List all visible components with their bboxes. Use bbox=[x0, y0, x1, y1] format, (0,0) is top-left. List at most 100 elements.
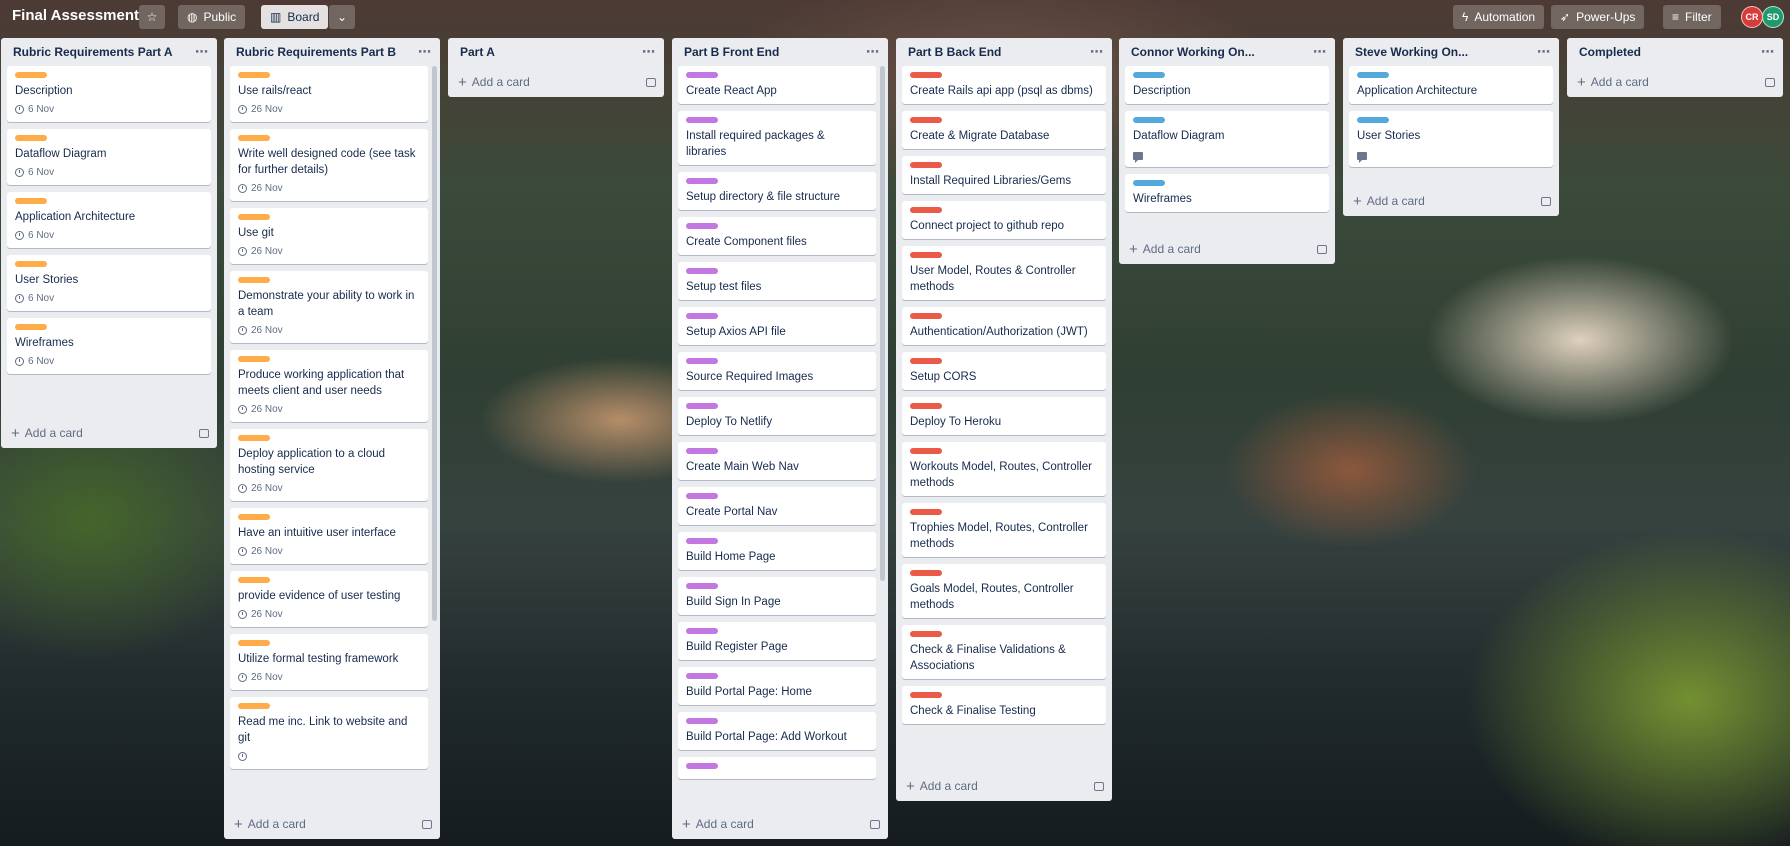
list[interactable]: Part B Front End ⋯ Create React App Install… bbox=[672, 38, 888, 839]
avatar[interactable]: CR bbox=[1741, 6, 1763, 28]
add-card-action[interactable]: + Add a card bbox=[1353, 194, 1425, 209]
list-title[interactable]: Part B Front End bbox=[684, 45, 779, 59]
card-template-icon[interactable] bbox=[1094, 781, 1104, 791]
powerups-button[interactable]: ➶ Power-Ups bbox=[1551, 5, 1645, 29]
add-card-button[interactable]: + Add a card bbox=[448, 69, 664, 95]
add-card-button[interactable]: + Add a card bbox=[1343, 188, 1559, 214]
card[interactable]: Build Sign In Page bbox=[678, 577, 876, 615]
card[interactable]: Trophies Model, Routes, Controller metho… bbox=[902, 503, 1106, 557]
add-card-button[interactable]: + Add a card bbox=[1, 420, 217, 446]
card[interactable]: Deploy application to a cloud hosting se… bbox=[230, 429, 428, 501]
card[interactable]: Write well designed code (see task for f… bbox=[230, 129, 428, 201]
card-template-icon[interactable] bbox=[870, 819, 880, 829]
card[interactable]: Workouts Model, Routes, Controller metho… bbox=[902, 442, 1106, 496]
due-date-badge[interactable]: 26 Nov bbox=[238, 480, 420, 496]
list[interactable]: Rubric Requirements Part B ⋯ Use rails/rea… bbox=[224, 38, 440, 839]
add-card-action[interactable]: + Add a card bbox=[1577, 75, 1649, 90]
card[interactable]: Read me inc. Link to website and git bbox=[230, 697, 428, 769]
due-date-badge[interactable]: 26 Nov bbox=[238, 401, 420, 417]
more-icon[interactable]: ⋯ bbox=[1761, 45, 1775, 60]
list-title[interactable]: Rubric Requirements Part B bbox=[236, 45, 396, 59]
more-icon[interactable]: ⋯ bbox=[418, 45, 432, 60]
due-date-badge[interactable]: 26 Nov bbox=[238, 101, 420, 117]
card[interactable]: Use git 26 Nov bbox=[230, 208, 428, 264]
card[interactable]: Utilize formal testing framework 26 Nov bbox=[230, 634, 428, 690]
card[interactable]: Build Register Page bbox=[678, 622, 876, 660]
due-date-badge[interactable]: 26 Nov bbox=[238, 243, 420, 259]
card[interactable]: Goals Model, Routes, Controller methods bbox=[902, 564, 1106, 618]
list[interactable]: Rubric Requirements Part A ⋯ Description 6 … bbox=[1, 38, 217, 448]
card[interactable]: provide evidence of user testing 26 Nov bbox=[230, 571, 428, 627]
due-date-badge[interactable]: 6 Nov bbox=[15, 290, 203, 306]
more-icon[interactable]: ⋯ bbox=[866, 45, 880, 60]
add-card-button[interactable]: + Add a card bbox=[224, 811, 440, 837]
card[interactable]: Produce working application that meets c… bbox=[230, 350, 428, 422]
due-date-badge[interactable]: 26 Nov bbox=[238, 669, 420, 685]
add-card-action[interactable]: + Add a card bbox=[11, 426, 83, 441]
card[interactable]: Create Main Web Nav bbox=[678, 442, 876, 480]
card[interactable]: Check & Finalise Validations & Associati… bbox=[902, 625, 1106, 679]
list[interactable]: Completed ⋯ + Add a card bbox=[1567, 38, 1783, 97]
card[interactable]: Setup Axios API file bbox=[678, 307, 876, 345]
due-date-badge[interactable]: 6 Nov bbox=[15, 101, 203, 117]
list-title[interactable]: Part A bbox=[460, 45, 495, 59]
card[interactable]: Application Architecture 6 Nov bbox=[7, 192, 211, 248]
list-title[interactable]: Part B Back End bbox=[908, 45, 1001, 59]
card[interactable]: Description 6 Nov bbox=[7, 66, 211, 122]
list[interactable]: Connor Working On... ⋯ Description Dataflow… bbox=[1119, 38, 1335, 264]
card[interactable]: Create Rails api app (psql as dbms) bbox=[902, 66, 1106, 104]
card[interactable]: Check & Finalise Testing bbox=[902, 686, 1106, 724]
card[interactable]: Install Required Libraries/Gems bbox=[902, 156, 1106, 194]
list[interactable]: Steve Working On... ⋯ Application Architec… bbox=[1343, 38, 1559, 216]
card[interactable]: User Model, Routes & Controller methods bbox=[902, 246, 1106, 300]
board-title[interactable]: Final Assessment bbox=[12, 7, 139, 24]
list[interactable]: Part B Back End ⋯ Create Rails api app (ps… bbox=[896, 38, 1112, 801]
due-date-badge[interactable]: 6 Nov bbox=[15, 353, 203, 369]
list-title[interactable]: Connor Working On... bbox=[1131, 45, 1255, 59]
card[interactable]: Build Portal Page: Add Workout bbox=[678, 712, 876, 750]
list-title[interactable]: Rubric Requirements Part A bbox=[13, 45, 173, 59]
card[interactable]: Setup directory & file structure bbox=[678, 172, 876, 210]
visibility-button[interactable]: ◍ Public bbox=[178, 5, 246, 29]
add-card-action[interactable]: + Add a card bbox=[458, 75, 530, 90]
card-template-icon[interactable] bbox=[199, 428, 209, 438]
more-icon[interactable]: ⋯ bbox=[1313, 45, 1327, 60]
due-date-badge[interactable] bbox=[238, 748, 420, 764]
card[interactable]: Use rails/react 26 Nov bbox=[230, 66, 428, 122]
add-card-action[interactable]: + Add a card bbox=[682, 817, 754, 832]
card[interactable]: Description bbox=[1125, 66, 1329, 104]
card[interactable]: Wireframes bbox=[1125, 174, 1329, 212]
card[interactable]: User Stories 6 Nov bbox=[7, 255, 211, 311]
card[interactable]: Create & Migrate Database bbox=[902, 111, 1106, 149]
due-date-badge[interactable]: 26 Nov bbox=[238, 543, 420, 559]
avatar[interactable]: SD bbox=[1762, 6, 1784, 28]
more-icon[interactable]: ⋯ bbox=[1537, 45, 1551, 60]
card[interactable]: Source Required Images bbox=[678, 352, 876, 390]
more-icon[interactable]: ⋯ bbox=[642, 45, 656, 60]
more-icon[interactable]: ⋯ bbox=[1090, 45, 1104, 60]
card[interactable] bbox=[678, 757, 876, 779]
card-template-icon[interactable] bbox=[1541, 196, 1551, 206]
due-date-badge[interactable]: 6 Nov bbox=[15, 164, 203, 180]
list-scrollbar[interactable] bbox=[880, 66, 885, 581]
view-switcher-button[interactable]: ⌄ bbox=[329, 5, 355, 29]
star-button[interactable]: ☆ bbox=[139, 5, 165, 29]
add-card-action[interactable]: + Add a card bbox=[1129, 242, 1201, 257]
card[interactable]: Dataflow Diagram 6 Nov bbox=[7, 129, 211, 185]
add-card-action[interactable]: + Add a card bbox=[234, 817, 306, 832]
card-template-icon[interactable] bbox=[422, 819, 432, 829]
card[interactable]: Demonstrate your ability to work in a te… bbox=[230, 271, 428, 343]
card[interactable]: User Stories bbox=[1349, 111, 1553, 167]
automation-button[interactable]: ϟ Automation bbox=[1453, 5, 1545, 29]
board-view-button[interactable]: ▥ Board bbox=[261, 5, 329, 29]
card[interactable]: Wireframes 6 Nov bbox=[7, 318, 211, 374]
due-date-badge[interactable]: 26 Nov bbox=[238, 322, 420, 338]
card[interactable]: Application Architecture bbox=[1349, 66, 1553, 104]
card[interactable]: Create Portal Nav bbox=[678, 487, 876, 525]
card[interactable]: Setup CORS bbox=[902, 352, 1106, 390]
filter-button[interactable]: ≡ Filter bbox=[1663, 5, 1721, 29]
due-date-badge[interactable]: 26 Nov bbox=[238, 180, 420, 196]
card-template-icon[interactable] bbox=[646, 77, 656, 87]
card[interactable]: Create React App bbox=[678, 66, 876, 104]
card[interactable]: Install required packages & libraries bbox=[678, 111, 876, 165]
